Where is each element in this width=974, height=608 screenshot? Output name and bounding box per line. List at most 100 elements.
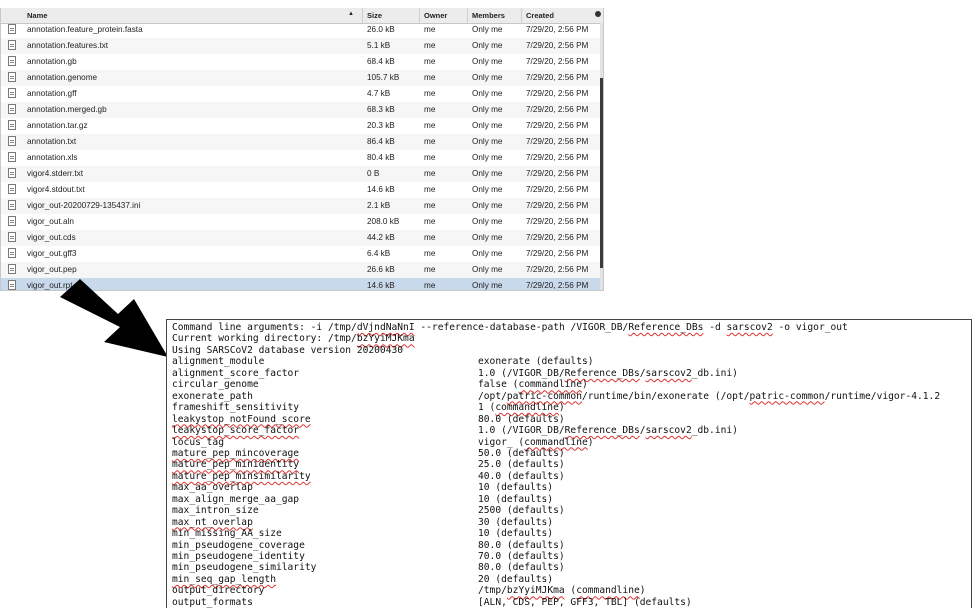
cell-created: 7/29/20, 2:56 PM [526, 265, 589, 274]
cell-name[interactable]: annotation.xls [27, 153, 78, 162]
file-icon [8, 216, 16, 226]
cell-name[interactable]: vigor4.stderr.txt [27, 169, 83, 178]
param-value: false (commandline) [478, 379, 588, 391]
param-value: vigor_ (commandline) [478, 436, 594, 448]
file-icon [8, 232, 16, 242]
cell-name[interactable]: annotation.feature_protein.fasta [27, 25, 143, 34]
cell-name[interactable]: vigor_out.gff3 [27, 249, 76, 258]
cell-owner: me [424, 265, 436, 274]
param-key: exonerate_path [172, 390, 253, 402]
sort-ascending-icon[interactable]: ▲ [348, 11, 354, 17]
table-row[interactable]: annotation.tar.gz 20.3 kB me Only me 7/29/20… [1, 118, 601, 134]
cell-size: 0 B [367, 169, 380, 178]
param-key: max_aa_overlap [172, 482, 253, 494]
param-key: min_pseudogene_coverage [172, 539, 305, 551]
cell-name[interactable]: annotation.merged.gb [27, 105, 107, 114]
cell-created: 7/29/20, 2:56 PM [526, 185, 589, 194]
column-header-owner[interactable]: Owner [424, 11, 447, 20]
cell-name[interactable]: annotation.gff [27, 89, 76, 98]
column-header-size[interactable]: Size [367, 11, 382, 20]
table-row[interactable]: vigor4.stdout.txt 14.6 kB me Only me 7/29/20… [1, 182, 601, 198]
table-row[interactable]: annotation.gff 4.7 kB me Only me 7/29/20, 2:… [1, 86, 601, 102]
cell-members: Only me [472, 73, 503, 82]
cell-members: Only me [472, 57, 503, 66]
file-icon [8, 24, 16, 34]
cell-name[interactable]: vigor_out.aln [27, 217, 74, 226]
column-header-created[interactable]: Created [526, 11, 554, 20]
param-value: 2500 (defaults) [478, 505, 565, 517]
terminal-header-line: Using SARSCoV2 database version 20200430 [172, 344, 404, 356]
table-row[interactable]: annotation.xls 80.4 kB me Only me 7/29/20, 2… [1, 150, 601, 166]
column-menu-icon[interactable] [595, 11, 601, 17]
param-value: [ALN, CDS, PEP, GFF3, TBL] (defaults) [478, 596, 692, 608]
param-key: output_directory [172, 585, 265, 597]
file-icon [8, 56, 16, 66]
param-key: circular_genome [172, 379, 259, 391]
param-value: 1.0 (/VIGOR_DB/Reference_DBs/sarscov2_db… [478, 367, 738, 379]
param-key: min_seq_gap_length [172, 573, 276, 585]
file-icon [8, 40, 16, 50]
cell-members: Only me [472, 201, 503, 210]
file-icon [8, 120, 16, 130]
param-key: leakystop_notFound_score [172, 413, 311, 425]
cell-name[interactable]: annotation.genome [27, 73, 97, 82]
cell-name[interactable]: annotation.gb [27, 57, 77, 66]
cell-owner: me [424, 217, 436, 226]
scrollbar-thumb[interactable] [600, 78, 603, 268]
column-header-members[interactable]: Members [472, 11, 505, 20]
table-row[interactable]: vigor4.stderr.txt 0 B me Only me 7/29/20, 2:… [1, 166, 601, 182]
file-icon [8, 280, 16, 290]
param-key: min_pseudogene_similarity [172, 562, 317, 574]
arrow-right-down-icon [60, 279, 168, 357]
cell-name[interactable]: annotation.tar.gz [27, 121, 88, 130]
terminal-header-line: Command line arguments: -i /tmp/dVjndNaN… [172, 322, 848, 333]
table-row[interactable]: annotation.genome 105.7 kB me Only me 7/29/2… [1, 70, 601, 86]
cell-owner: me [424, 201, 436, 210]
table-row[interactable]: vigor_out.cds 44.2 kB me Only me 7/29/20, 2:… [1, 230, 601, 246]
cell-members: Only me [472, 185, 503, 194]
cell-created: 7/29/20, 2:56 PM [526, 201, 589, 210]
file-icon [8, 152, 16, 162]
cell-created: 7/29/20, 2:56 PM [526, 153, 589, 162]
cell-members: Only me [472, 233, 503, 242]
vigor-report-output: Command line arguments: -i /tmp/dVjndNaN… [166, 319, 972, 608]
table-row[interactable]: vigor_out-20200729-135437.ini 2.1 kB me Onl… [1, 198, 601, 214]
cell-created: 7/29/20, 2:56 PM [526, 217, 589, 226]
cell-members: Only me [472, 153, 503, 162]
cell-owner: me [424, 153, 436, 162]
cell-size: 5.1 kB [367, 41, 391, 50]
cell-created: 7/29/20, 2:56 PM [526, 281, 589, 290]
cell-created: 7/29/20, 2:56 PM [526, 137, 589, 146]
file-icon [8, 264, 16, 274]
table-row[interactable]: annotation.gb 68.4 kB me Only me 7/29/20, 2:… [1, 54, 601, 70]
cell-name[interactable]: annotation.txt [27, 137, 76, 146]
cell-members: Only me [472, 25, 503, 34]
cell-name[interactable]: vigor4.stdout.txt [27, 185, 85, 194]
table-row[interactable]: annotation.merged.gb 68.3 kB me Only me 7/29… [1, 102, 601, 118]
cell-members: Only me [472, 137, 503, 146]
cell-size: 68.3 kB [367, 105, 395, 114]
file-browser-table: Name ▲ Size Owner Members Created annota… [0, 8, 604, 291]
file-icon [8, 248, 16, 258]
cell-name[interactable]: annotation.features.txt [27, 41, 108, 50]
param-key: alignment_module [172, 356, 265, 368]
cell-name[interactable]: vigor_out.cds [27, 233, 76, 242]
cell-created: 7/29/20, 2:56 PM [526, 249, 589, 258]
cell-owner: me [424, 185, 436, 194]
param-value: 50.0 (defaults) [478, 447, 565, 459]
table-row[interactable]: annotation.txt 86.4 kB me Only me 7/29/20, 2… [1, 134, 601, 150]
table-row[interactable]: annotation.features.txt 5.1 kB me Only me 7/… [1, 38, 601, 54]
param-value: 80.0 (defaults) [478, 413, 565, 425]
file-icon [8, 184, 16, 194]
param-key: mature_pep_minsimilarity [172, 470, 311, 482]
cell-created: 7/29/20, 2:56 PM [526, 121, 589, 130]
cell-size: 2.1 kB [367, 201, 391, 210]
column-header-name[interactable]: Name [27, 11, 47, 20]
table-row[interactable]: vigor_out.aln 208.0 kB me Only me 7/29/20, 2… [1, 214, 601, 230]
param-key: min_missing_AA_size [172, 528, 282, 540]
cell-name[interactable]: vigor_out-20200729-135437.ini [27, 201, 140, 210]
table-row[interactable]: vigor_out.gff3 6.4 kB me Only me 7/29/20, 2:… [1, 246, 601, 262]
cell-created: 7/29/20, 2:56 PM [526, 169, 589, 178]
param-key: alignment_score_factor [172, 367, 300, 379]
table-row[interactable]: annotation.feature_protein.fasta 26.0 kB m… [1, 22, 601, 38]
